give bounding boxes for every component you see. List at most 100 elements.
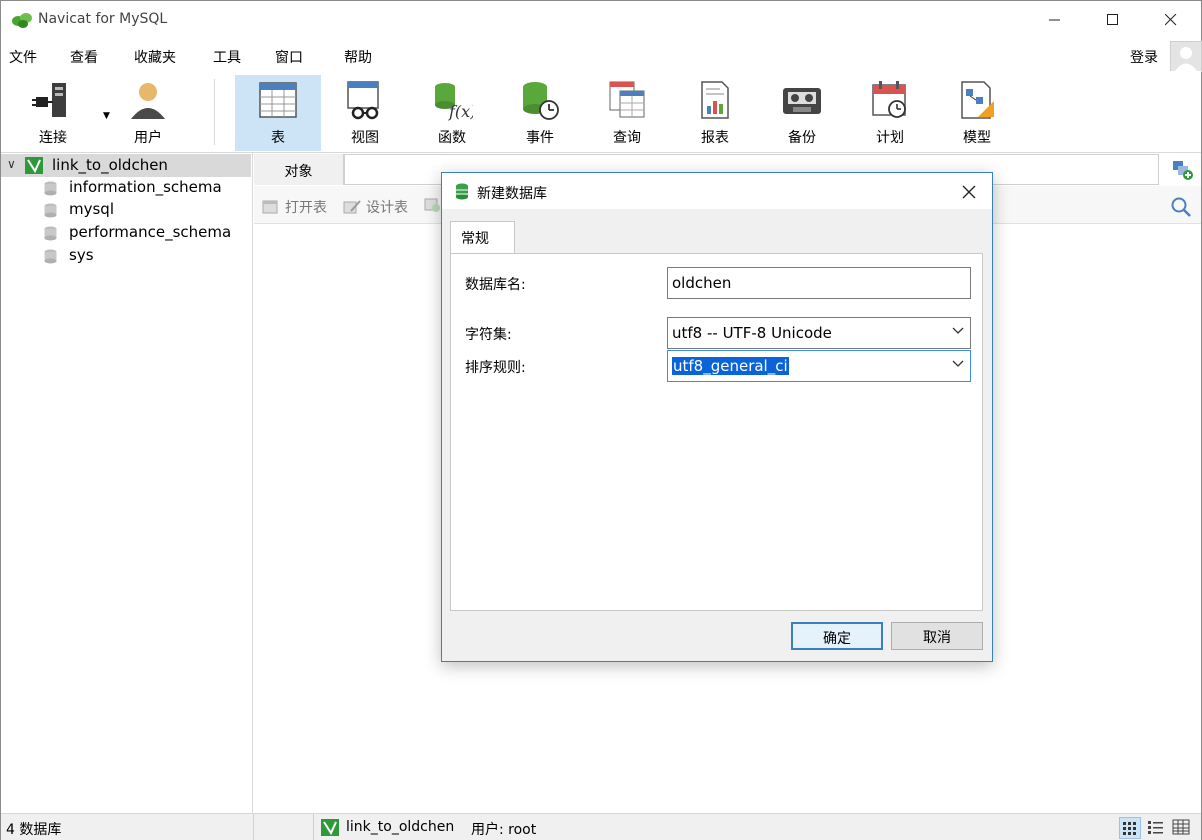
collation-select[interactable]: utf8_general_ci xyxy=(667,350,971,382)
login-link[interactable]: 登录 xyxy=(1130,47,1158,67)
open-table-icon xyxy=(262,200,278,214)
view-button[interactable]: 视图 xyxy=(322,75,408,151)
detail-view-button[interactable] xyxy=(1171,817,1193,839)
plug-icon xyxy=(32,83,66,117)
title-bar: Navicat for MySQL xyxy=(1,1,1201,39)
database-icon xyxy=(44,249,57,264)
connect-label: 连接 xyxy=(39,130,67,146)
function-icon: f(x) xyxy=(435,83,473,121)
function-button[interactable]: f(x) 函数 xyxy=(409,75,495,151)
user-label: 用户 xyxy=(134,130,162,146)
report-icon xyxy=(701,81,729,119)
database-icon xyxy=(44,181,57,196)
list-view-button[interactable] xyxy=(1145,817,1167,839)
menu-help[interactable]: 帮助 xyxy=(344,47,372,67)
function-label: 函数 xyxy=(438,130,466,146)
connect-button[interactable]: 连接 ▼ xyxy=(10,75,110,151)
db-name-value: oldchen xyxy=(672,274,732,292)
tree-connection-node[interactable]: ∨ link_to_oldchen xyxy=(1,154,251,177)
tab-general[interactable]: 常规 xyxy=(450,221,515,254)
open-table-label: 打开表 xyxy=(285,200,327,216)
design-table-label: 设计表 xyxy=(366,200,408,216)
chevron-down-icon xyxy=(952,360,964,367)
database-label: performance_schema xyxy=(69,223,232,241)
view-label: 视图 xyxy=(351,130,379,146)
schedule-button[interactable]: 计划 xyxy=(847,75,933,151)
model-button[interactable]: 模型 xyxy=(934,75,1020,151)
database-icon xyxy=(44,203,57,218)
close-window-button[interactable] xyxy=(1148,1,1194,39)
schedule-icon xyxy=(872,81,906,118)
general-panel: 数据库名: oldchen 字符集: utf8 -- UTF-8 Unicode… xyxy=(450,253,983,611)
chevron-down-icon[interactable]: ∨ xyxy=(7,157,16,171)
new-table-icon xyxy=(424,198,440,212)
tree-db-item[interactable]: sys xyxy=(43,245,253,267)
backup-icon xyxy=(783,88,821,114)
menu-window[interactable]: 窗口 xyxy=(275,47,303,67)
design-table-icon xyxy=(343,200,361,214)
charset-select[interactable]: utf8 -- UTF-8 Unicode xyxy=(667,317,971,349)
db-name-input[interactable]: oldchen xyxy=(667,267,971,299)
status-bar: 4 数据库 link_to_oldchen 用户: root xyxy=(1,813,1201,840)
menu-view[interactable]: 查看 xyxy=(70,47,98,67)
database-label: sys xyxy=(69,246,94,264)
database-label: mysql xyxy=(69,200,114,218)
status-user: 用户: root xyxy=(471,822,537,838)
table-label: 表 xyxy=(271,130,285,146)
query-label: 查询 xyxy=(613,130,641,146)
charset-label: 字符集: xyxy=(465,327,512,343)
account-avatar[interactable] xyxy=(1170,41,1202,72)
menu-bar: 文件 查看 收藏夹 工具 窗口 帮助 登录 xyxy=(1,41,1201,71)
tab-objects[interactable]: 对象 xyxy=(254,154,344,185)
tree-db-item[interactable]: mysql xyxy=(43,199,253,221)
main-toolbar: 连接 ▼ 用户 表 视图 f(x) xyxy=(1,71,1201,153)
schedule-label: 计划 xyxy=(876,130,904,146)
event-label: 事件 xyxy=(526,130,554,146)
database-icon xyxy=(456,183,468,200)
cancel-button[interactable]: 取消 xyxy=(891,622,983,650)
database-icon xyxy=(44,226,57,241)
menu-tools[interactable]: 工具 xyxy=(213,47,241,67)
backup-button[interactable]: 备份 xyxy=(759,75,845,151)
add-table-icon xyxy=(1173,161,1193,180)
tree-db-item[interactable]: performance_schema xyxy=(43,222,253,244)
chevron-down-icon xyxy=(952,327,964,334)
query-button[interactable]: 查询 xyxy=(584,75,670,151)
toolbar-separator xyxy=(214,79,215,145)
dialog-title: 新建数据库 xyxy=(477,186,547,202)
collation-value: utf8_general_ci xyxy=(672,357,789,375)
connection-icon xyxy=(321,819,339,836)
connection-label: link_to_oldchen xyxy=(52,156,168,174)
user-button[interactable]: 用户 xyxy=(105,75,191,151)
design-table-button[interactable]: 设计表 xyxy=(343,197,408,217)
grid-view-button[interactable] xyxy=(1119,817,1141,839)
table-button[interactable]: 表 xyxy=(235,75,321,151)
list-view-icon xyxy=(1148,821,1163,834)
close-icon xyxy=(962,185,976,199)
open-table-button[interactable]: 打开表 xyxy=(262,197,327,217)
ok-button[interactable]: 确定 xyxy=(791,622,883,650)
dialog-close-button[interactable] xyxy=(954,179,984,205)
query-icon xyxy=(609,81,645,118)
status-divider xyxy=(253,814,254,840)
dialog-title-bar: 新建数据库 xyxy=(442,173,992,209)
report-button[interactable]: 报表 xyxy=(672,75,758,151)
search-icon[interactable] xyxy=(1170,196,1192,218)
navigation-tree: ∨ link_to_oldchen information_schema mys… xyxy=(1,153,253,813)
menu-favorites[interactable]: 收藏夹 xyxy=(134,47,176,67)
maximize-button[interactable] xyxy=(1090,1,1136,39)
grid-view-icon xyxy=(1123,822,1136,835)
view-icon xyxy=(347,81,379,120)
maximize-icon xyxy=(1107,14,1118,25)
event-button[interactable]: 事件 xyxy=(497,75,583,151)
menu-file[interactable]: 文件 xyxy=(9,47,37,67)
app-window: Navicat for MySQL 文件 查看 收藏夹 工具 窗口 帮助 登录 … xyxy=(0,0,1202,840)
minimize-button[interactable] xyxy=(1032,1,1078,39)
tree-db-item[interactable]: information_schema xyxy=(43,177,253,199)
svg-text:f(x): f(x) xyxy=(448,102,473,121)
close-icon xyxy=(1165,14,1177,26)
minimize-icon xyxy=(1049,19,1060,21)
model-icon xyxy=(961,81,994,119)
new-object-button[interactable] xyxy=(1161,154,1201,185)
db-name-label: 数据库名: xyxy=(465,277,526,293)
